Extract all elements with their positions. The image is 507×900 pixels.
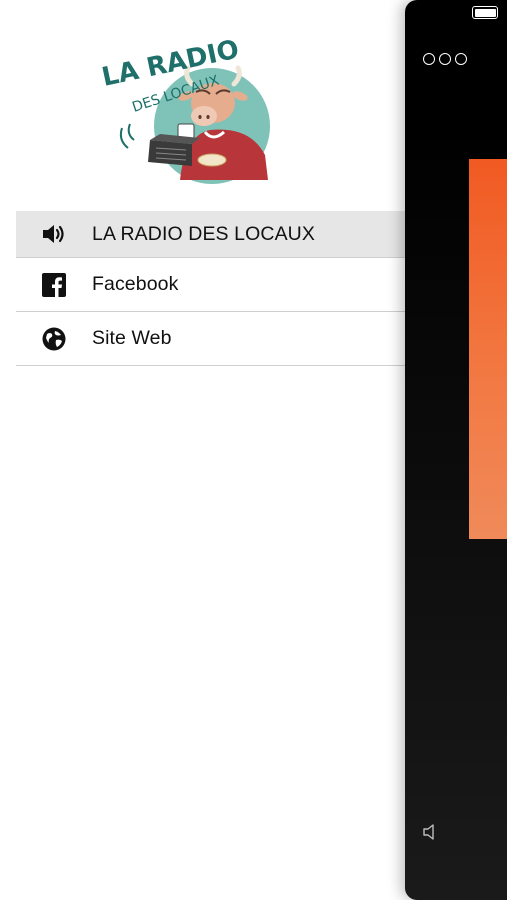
battery-icon [472, 6, 498, 19]
menu-item-label: Site Web [92, 327, 172, 349]
menu-item-label: Facebook [92, 273, 179, 295]
menu-item-la-radio-des-locaux[interactable]: LA RADIO DES LOCAUX [16, 211, 420, 258]
menu-item-facebook[interactable]: Facebook [16, 258, 420, 312]
main-screen-panel[interactable] [405, 0, 507, 900]
globe-icon [40, 325, 68, 353]
radio-des-locaux-logo: LA RADIO DES LOCAUX [100, 40, 270, 184]
speaker-icon [40, 220, 68, 248]
menu-item-site-web[interactable]: Site Web [16, 312, 420, 366]
side-menu-list: LA RADIO DES LOCAUX Facebook Site Web [16, 211, 420, 366]
station-banner [469, 159, 507, 539]
more-options-icon[interactable] [423, 53, 467, 65]
menu-item-label: LA RADIO DES LOCAUX [92, 222, 315, 245]
volume-icon[interactable] [422, 823, 440, 841]
facebook-icon [40, 271, 68, 299]
side-menu-drawer: LA RADIO DES LOCAUX LA RADIO DES LOCAUX [0, 0, 420, 900]
